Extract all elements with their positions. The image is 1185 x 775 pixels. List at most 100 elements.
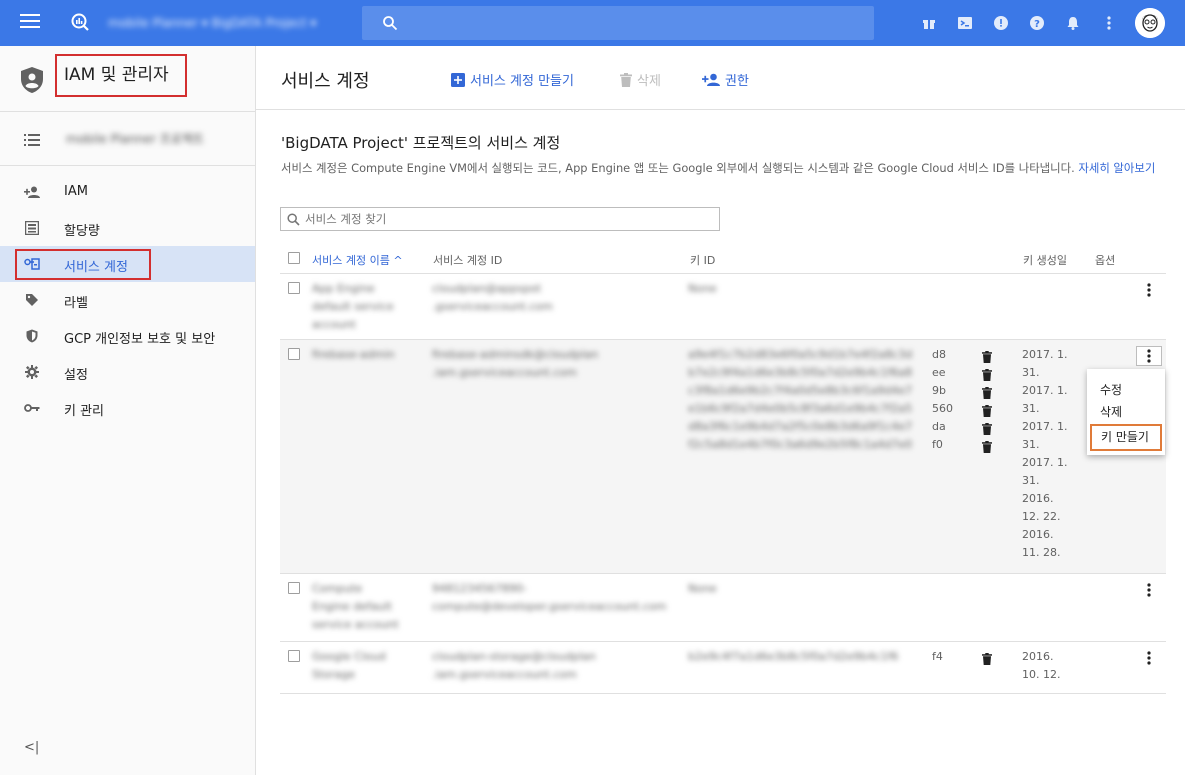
menu-item-edit[interactable]: 수정 <box>1087 381 1165 399</box>
trash-icon[interactable] <box>982 384 998 402</box>
more-vert-icon <box>1147 583 1151 597</box>
table-row[interactable]: Compute Engine default service account 948… <box>280 574 1166 642</box>
sidebar-item-label: IAM <box>64 184 88 199</box>
row-checkbox[interactable] <box>288 582 300 594</box>
main-content: 서비스 계정 서비스 계정 만들기 삭제 권한 'BigDATA Project… <box>256 46 1185 775</box>
sidebar-title: IAM 및 관리자 <box>55 54 187 97</box>
trash-icon[interactable] <box>982 438 998 456</box>
sidebar-item-service-accounts[interactable]: 서비스 계정 <box>0 246 255 282</box>
person-add-icon <box>702 73 720 86</box>
column-header-created: 키 생성일 <box>1023 254 1067 267</box>
more-vert-icon[interactable] <box>1091 0 1127 46</box>
row-menu-button[interactable] <box>1136 648 1162 668</box>
search-icon <box>287 213 300 226</box>
select-all-checkbox[interactable] <box>288 252 300 264</box>
label-icon <box>24 292 40 308</box>
permissions-button[interactable]: 권한 <box>702 70 749 89</box>
key-id-tails: f4 <box>932 650 943 663</box>
sidebar-item-key-management[interactable]: 키 관리 <box>0 390 255 426</box>
add-box-icon <box>451 72 465 87</box>
quota-icon <box>24 220 40 236</box>
gift-icon[interactable] <box>911 0 947 46</box>
more-vert-icon <box>1147 349 1151 363</box>
hamburger-menu-icon[interactable] <box>20 14 40 32</box>
row-checkbox[interactable] <box>288 282 300 294</box>
svg-text:?: ? <box>1034 19 1040 30</box>
menu-item-create-key[interactable]: 키 만들기 <box>1090 424 1162 451</box>
cloud-shell-icon[interactable] <box>947 0 983 46</box>
row-menu-button[interactable] <box>1136 346 1162 366</box>
page-header: 서비스 계정 서비스 계정 만들기 삭제 권한 <box>256 46 1185 110</box>
account-id: 9481234567890- compute@developer.gservice… <box>432 582 667 613</box>
learn-more-link[interactable]: 자세히 알아보기 <box>1078 161 1155 175</box>
trash-icon[interactable] <box>982 402 998 420</box>
avatar[interactable] <box>1135 8 1165 38</box>
key-icon <box>24 400 40 416</box>
page-title: 서비스 계정 <box>281 71 370 92</box>
table-row[interactable]: firebase-admin firebase-adminsdk@cloudpl… <box>280 340 1166 574</box>
key-created-dates: 2017. 1. 31. 2017. 1. 31. 2017. 1. 31. 2… <box>1022 348 1068 559</box>
iam-shield-icon <box>20 66 44 98</box>
account-name: firebase-admin <box>312 348 395 361</box>
service-accounts-table: 서비스 계정 이름 ^ 서비스 계정 ID 키 ID 키 생성일 옵션 App … <box>280 242 1166 694</box>
help-icon[interactable]: ? <box>1019 0 1055 46</box>
sidebar-header: IAM 및 관리자 <box>0 46 255 112</box>
notifications-icon[interactable] <box>1055 0 1091 46</box>
menu-item-delete[interactable]: 삭제 <box>1087 403 1165 421</box>
key-created-dates: 2016. 10. 12. <box>1022 650 1061 681</box>
gear-icon <box>24 364 40 380</box>
key-id: a9e4f1c7b2d83e6f0a5c9d1b7e4f2a8c3d b7e2c9… <box>688 348 913 451</box>
account-name: App Engine default service account <box>312 282 394 331</box>
project-selector[interactable]: mobile Planner ▾ BigDATA Project ▾ <box>108 16 316 30</box>
sidebar-nav: IAM 할당량 서비스 계정 라벨 GCP 개인정보 보호 및 보안 설정 키 … <box>0 174 255 426</box>
row-menu-button[interactable] <box>1136 580 1162 600</box>
section-description: 서비스 계정은 Compute Engine VM에서 실행되는 코드, App… <box>281 161 1156 175</box>
table-header: 서비스 계정 이름 ^ 서비스 계정 ID 키 ID 키 생성일 옵션 <box>280 242 1166 274</box>
sidebar-item-iam[interactable]: IAM <box>0 174 255 210</box>
sidebar-item-quota[interactable]: 할당량 <box>0 210 255 246</box>
table-row[interactable]: Google Cloud Storage cloudplan-storage@cl… <box>280 642 1166 694</box>
section-title: 'BigDATA Project' 프로젝트의 서비스 계정 <box>281 134 561 152</box>
sidebar-item-label: 서비스 계정 <box>64 260 128 275</box>
shield-icon <box>24 328 40 344</box>
project-switcher[interactable]: mobile Planner 프로젝트 <box>0 113 255 166</box>
column-header-options: 옵션 <box>1095 254 1116 267</box>
column-header-id[interactable]: 서비스 계정 ID <box>433 252 502 268</box>
trash-icon[interactable] <box>982 420 998 438</box>
key-id-tails: d8 ee 9b 560 da f0 <box>932 348 953 451</box>
sidebar-item-label: 라벨 <box>64 296 88 311</box>
trash-icon[interactable] <box>982 366 998 384</box>
list-icon <box>24 132 40 151</box>
create-service-account-button[interactable]: 서비스 계정 만들기 <box>451 70 574 89</box>
feedback-icon[interactable] <box>983 0 1019 46</box>
service-account-icon <box>24 256 40 272</box>
sidebar-item-labels[interactable]: 라벨 <box>0 282 255 318</box>
account-id: firebase-adminsdk@cloudplan .iam.gservice… <box>432 348 599 379</box>
trash-icon[interactable] <box>982 650 998 668</box>
sidebar-item-settings[interactable]: 설정 <box>0 354 255 390</box>
search-icon <box>383 16 398 31</box>
key-id: None <box>688 582 717 595</box>
project-name: mobile Planner 프로젝트 <box>66 132 204 146</box>
row-checkbox[interactable] <box>288 650 300 662</box>
table-row[interactable]: App Engine default service account cloudpl… <box>280 274 1166 340</box>
sidebar-item-label: 할당량 <box>64 224 100 239</box>
search-input[interactable]: 서비스 계정 찾기 <box>280 207 720 231</box>
key-id: None <box>688 282 717 295</box>
collapse-sidebar-icon[interactable]: <| <box>24 740 39 755</box>
row-checkbox[interactable] <box>288 348 300 360</box>
trash-icon[interactable] <box>982 348 998 366</box>
search-bar[interactable] <box>362 6 874 40</box>
column-header-name[interactable]: 서비스 계정 이름 ^ <box>312 252 403 268</box>
cloud-logo-icon[interactable] <box>70 12 90 36</box>
column-header-key-id: 키 ID <box>690 254 716 267</box>
delete-button[interactable]: 삭제 <box>620 70 661 89</box>
sidebar: IAM 및 관리자 mobile Planner 프로젝트 IAM 할당량 서비… <box>0 46 256 775</box>
account-name: Compute Engine default service account <box>312 582 399 631</box>
account-id: cloudplan@appspot .gserviceaccount.com <box>432 282 553 313</box>
key-id: b2e9c4f7a1d6e3b8c5f0a7d2e9b4c1f6 <box>688 650 899 663</box>
row-menu-button[interactable] <box>1136 280 1162 300</box>
sidebar-item-label: 설정 <box>64 368 88 383</box>
sidebar-item-privacy[interactable]: GCP 개인정보 보호 및 보안 <box>0 318 255 354</box>
row-context-menu: 수정 삭제 키 만들기 <box>1087 369 1165 455</box>
